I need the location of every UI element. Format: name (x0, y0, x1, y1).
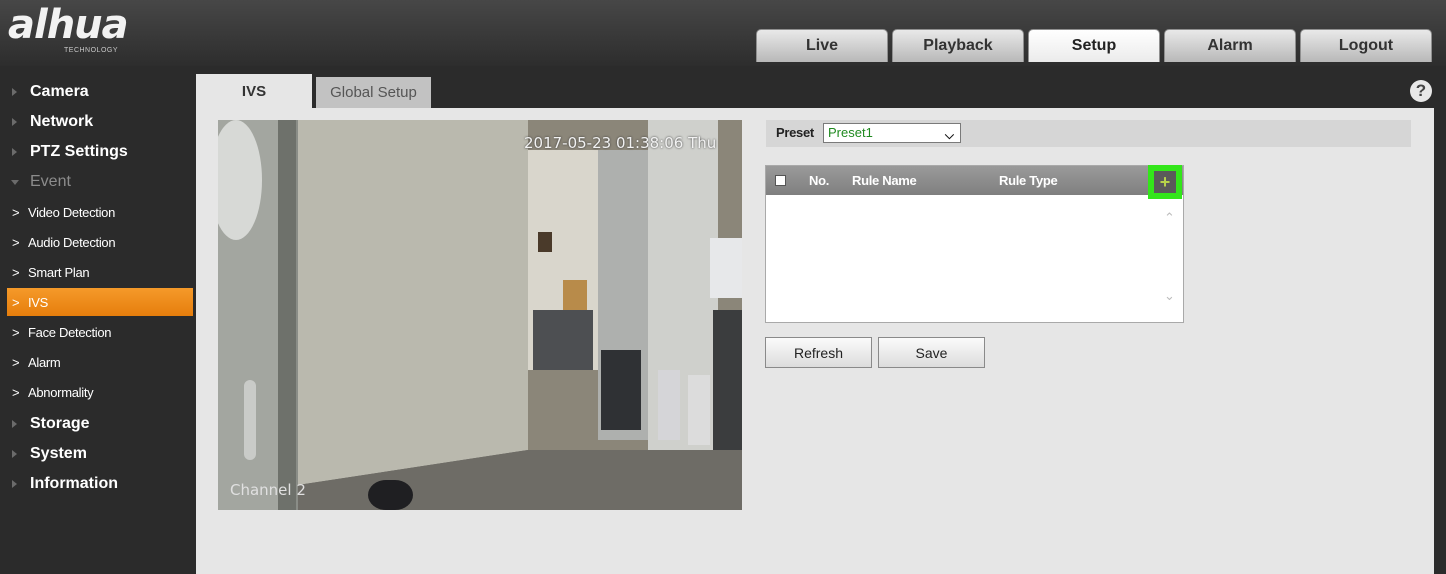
sidebar-item-ptz-settings[interactable]: PTZ Settings (0, 138, 193, 166)
chevron-right-icon: > (12, 234, 20, 250)
collapsed-arrow-icon (12, 88, 17, 96)
sidebar-item-information[interactable]: Information (0, 470, 193, 498)
scroll-down-icon[interactable]: ⌄ (1164, 288, 1175, 304)
sidebar-item-label: System (30, 445, 87, 462)
collapsed-arrow-icon (12, 420, 17, 428)
nav-tab-logout[interactable]: Logout (1300, 29, 1432, 62)
collapsed-arrow-icon (12, 450, 17, 458)
sidebar-item-label: Abnormality (28, 384, 94, 400)
sidebar-item-face-detection[interactable]: > Face Detection (0, 318, 193, 346)
chevron-right-icon: > (12, 204, 20, 220)
save-button[interactable]: Save (878, 337, 985, 368)
rule-table: No. Rule Name Rule Type + ⌃ ⌄ (765, 165, 1184, 323)
chevron-right-icon: > (12, 294, 20, 310)
preset-bar: Preset Preset1 ⌵ (766, 120, 1411, 147)
sidebar-item-alarm[interactable]: > Alarm (0, 348, 193, 376)
sidebar-item-camera[interactable]: Camera (0, 78, 193, 106)
nav-tab-setup[interactable]: Setup (1028, 29, 1160, 62)
nav-tab-alarm[interactable]: Alarm (1164, 29, 1296, 62)
scroll-up-icon[interactable]: ⌃ (1164, 210, 1175, 226)
camera-scene-image (218, 120, 742, 510)
tab-ivs[interactable]: IVS (196, 74, 312, 108)
sidebar-item-smart-plan[interactable]: > Smart Plan (0, 258, 193, 286)
preset-label: Preset (776, 125, 814, 140)
sidebar-item-video-detection[interactable]: > Video Detection (0, 198, 193, 226)
column-no: No. (809, 173, 830, 188)
column-rule-type: Rule Type (999, 173, 1058, 188)
brand-logo: alhua (8, 2, 129, 48)
chevron-down-icon: ⌵ (944, 128, 954, 142)
collapsed-arrow-icon (12, 480, 17, 488)
header-bar: alhua TECHNOLOGY Live Playback Setup Ala… (0, 0, 1446, 66)
ivs-panel: 2017-05-23 01:38:06 Thu Channel 2 Preset… (196, 108, 1434, 574)
brand-logo-subtitle: TECHNOLOGY (64, 47, 119, 54)
rule-table-header: No. Rule Name Rule Type + (766, 165, 1183, 199)
sidebar-item-label: IVS (28, 294, 49, 310)
collapsed-arrow-icon (12, 148, 17, 156)
sidebar-item-system[interactable]: System (0, 440, 193, 468)
sidebar-item-label: Storage (30, 415, 90, 432)
refresh-button[interactable]: Refresh (765, 337, 872, 368)
sidebar-item-label: Information (30, 475, 118, 492)
sidebar-item-label: Alarm (28, 354, 61, 370)
chevron-right-icon: > (12, 324, 20, 340)
sidebar-item-label: Smart Plan (28, 264, 90, 280)
sidebar-item-label: Camera (30, 83, 89, 100)
nav-tab-playback[interactable]: Playback (892, 29, 1024, 62)
chevron-right-icon: > (12, 384, 20, 400)
collapsed-arrow-icon (12, 118, 17, 126)
chevron-right-icon: > (12, 354, 20, 370)
sidebar-item-ivs[interactable]: > IVS (7, 288, 193, 316)
sidebar-item-abnormality[interactable]: > Abnormality (0, 378, 193, 406)
sidebar-item-label: Face Detection (28, 324, 112, 340)
preset-select[interactable]: Preset1 ⌵ (823, 123, 961, 143)
sidebar-item-label: Audio Detection (28, 234, 116, 250)
preset-select-value: Preset1 (828, 125, 873, 140)
video-timestamp: 2017-05-23 01:38:06 Thu (524, 134, 717, 152)
sidebar-item-storage[interactable]: Storage (0, 410, 193, 438)
nav-tab-live[interactable]: Live (756, 29, 888, 62)
sidebar: Camera Network PTZ Settings Event > Vide… (0, 66, 196, 574)
sidebar-item-label: PTZ Settings (30, 143, 128, 160)
expanded-arrow-icon (11, 180, 19, 185)
sidebar-item-label: Event (30, 173, 71, 190)
help-icon[interactable]: ? (1410, 80, 1432, 102)
column-rule-name: Rule Name (852, 173, 917, 188)
add-rule-button[interactable]: + (1148, 165, 1182, 199)
sidebar-item-label: Video Detection (28, 204, 116, 220)
video-preview[interactable]: 2017-05-23 01:38:06 Thu Channel 2 (218, 120, 742, 510)
sidebar-item-audio-detection[interactable]: > Audio Detection (0, 228, 193, 256)
video-channel-label: Channel 2 (230, 481, 306, 499)
sidebar-item-network[interactable]: Network (0, 108, 193, 136)
plus-icon: + (1154, 171, 1176, 193)
select-all-checkbox[interactable] (775, 175, 786, 186)
tab-global-setup[interactable]: Global Setup (316, 77, 431, 108)
sidebar-item-event[interactable]: Event (0, 168, 193, 196)
chevron-right-icon: > (12, 264, 20, 280)
sidebar-item-label: Network (30, 113, 94, 130)
